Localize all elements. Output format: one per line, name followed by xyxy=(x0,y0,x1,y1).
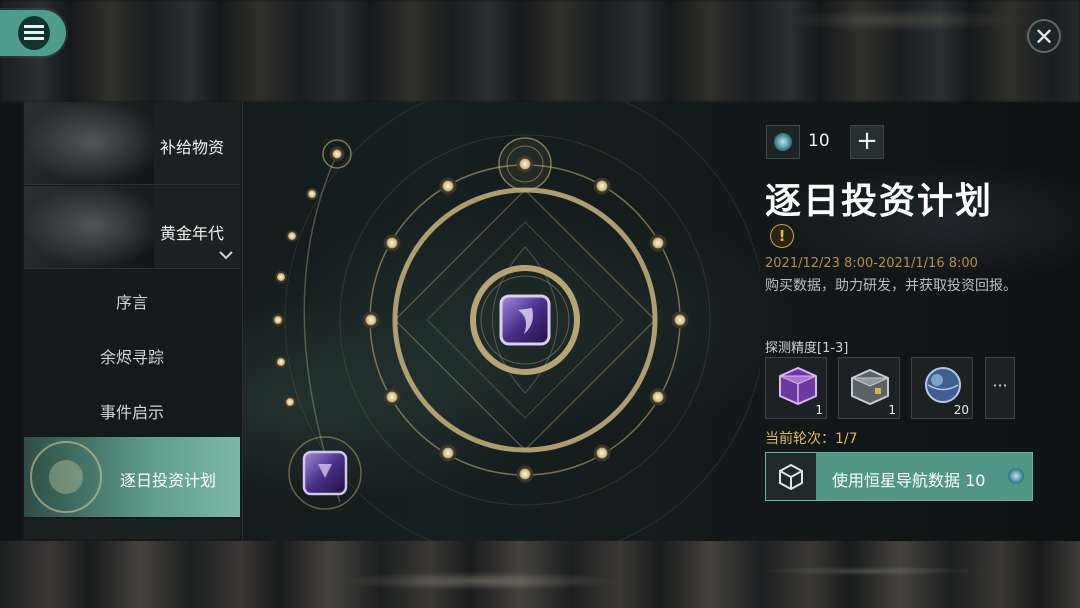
sidebar-item-label: 补给物资 xyxy=(159,138,224,157)
sidebar-item-label: 余烬寻踪 xyxy=(99,348,164,367)
resource-counter: 10 + xyxy=(766,125,884,159)
reward-slot[interactable]: 1 xyxy=(765,357,827,419)
sidebar-item-supplies[interactable]: 补给物资 xyxy=(24,102,240,185)
sidebar-item-golden-age[interactable]: 黄金年代 xyxy=(24,186,240,269)
add-resource-button[interactable]: + xyxy=(850,125,884,159)
menu-button[interactable] xyxy=(0,10,66,56)
sidebar-item-label: 黄金年代 xyxy=(159,224,224,243)
exclamation-icon: ! xyxy=(778,227,786,245)
cube-icon-box xyxy=(766,453,816,500)
center-reward-icon[interactable] xyxy=(499,294,551,346)
event-title: 逐日投资计划 xyxy=(765,181,994,222)
reward-count: 1 xyxy=(815,403,823,417)
sidebar-item-next[interactable] xyxy=(24,519,240,539)
background-top xyxy=(0,0,1080,102)
info-button[interactable]: ! xyxy=(770,224,794,248)
action-label: 使用恒星导航数据 10 xyxy=(832,471,986,490)
precision-label: 探测精度[1-3] xyxy=(765,341,849,356)
sidebar-item-ember-trace[interactable]: 余烬寻踪 xyxy=(24,344,240,368)
reward-count: 1 xyxy=(888,403,896,417)
blue-orb-icon xyxy=(925,367,961,403)
metal-crate-icon xyxy=(851,368,889,406)
ellipsis-icon: ··· xyxy=(992,376,1008,395)
close-icon: ✕ xyxy=(1033,23,1055,51)
supplies-art xyxy=(24,102,154,184)
star-nav-data-icon xyxy=(1008,468,1024,484)
close-button[interactable]: ✕ xyxy=(1027,19,1061,53)
cube-icon xyxy=(779,463,803,491)
side-path-nodes xyxy=(272,139,352,408)
side-reward-icon[interactable] xyxy=(288,436,362,510)
sidebar-item-label: 事件启示 xyxy=(99,403,164,422)
sidebar-item-prologue[interactable]: 序言 xyxy=(24,289,240,313)
sidebar-item-label: 序言 xyxy=(115,293,148,312)
orbit-map xyxy=(272,102,760,541)
sidebar-item-sun-chasing[interactable]: 逐日投资计划 xyxy=(24,437,240,517)
chevron-down-icon xyxy=(219,251,233,260)
sidebar-item-event-revelation[interactable]: 事件启示 xyxy=(24,399,240,423)
sidebar-item-label: 逐日投资计划 xyxy=(120,471,217,490)
current-round: 当前轮次：1/7 xyxy=(765,431,858,447)
plus-icon: + xyxy=(856,126,878,156)
resource-value: 10 xyxy=(808,131,830,151)
hamburger-icon xyxy=(24,22,44,44)
reward-count: 20 xyxy=(953,403,969,417)
more-rewards-button[interactable]: ··· xyxy=(985,357,1015,419)
purple-crate-icon xyxy=(779,366,817,406)
reward-slot[interactable]: 1 xyxy=(838,357,900,419)
event-description: 购买数据，助力研发，并获取投资回报。 xyxy=(765,278,1017,294)
reward-slot[interactable]: 20 xyxy=(911,357,973,419)
use-nav-data-button[interactable]: 使用恒星导航数据 10 xyxy=(765,452,1033,501)
event-date: 2021/12/23 8:00-2021/1/16 8:00 xyxy=(765,256,978,271)
background-bottom xyxy=(0,541,1080,608)
star-nav-data-icon xyxy=(766,125,800,159)
golden-age-art xyxy=(24,186,154,268)
sun-emblem-icon xyxy=(30,441,102,513)
